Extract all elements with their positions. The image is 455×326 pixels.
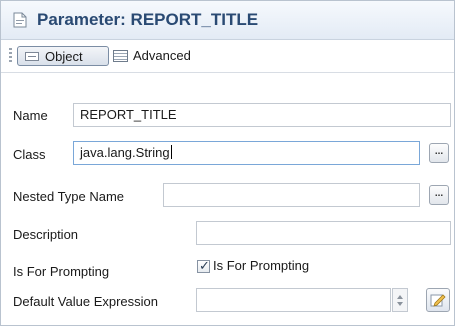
expression-scroll-spinner[interactable]: [392, 288, 408, 312]
tab-advanced-label: Advanced: [133, 48, 191, 63]
description-field[interactable]: [196, 221, 451, 245]
nested-type-name-field[interactable]: [163, 183, 420, 207]
text-caret: [170, 145, 172, 159]
object-icon: [25, 52, 39, 61]
table-icon: [113, 50, 128, 62]
nested-type-name-label: Nested Type Name: [13, 189, 125, 204]
class-field-value: java.lang.String: [80, 145, 170, 160]
name-label: Name: [13, 108, 48, 123]
check-icon: ✓: [199, 258, 210, 273]
spinner-down-icon[interactable]: [397, 302, 403, 306]
tab-object[interactable]: Object: [17, 46, 109, 66]
panel-header: Parameter: REPORT_TITLE: [1, 1, 454, 40]
parameter-properties-panel: Parameter: REPORT_TITLE Object Advanced …: [0, 0, 455, 326]
is-for-prompting-label: Is For Prompting: [13, 264, 110, 279]
is-for-prompting-checkbox-label[interactable]: Is For Prompting: [213, 258, 309, 273]
page-title: Parameter: REPORT_TITLE: [37, 10, 259, 29]
class-label: Class: [13, 147, 46, 162]
toolbar-grip: [9, 48, 12, 64]
name-field-value: REPORT_TITLE: [80, 107, 177, 122]
spinner-up-icon[interactable]: [397, 295, 403, 299]
description-label: Description: [13, 227, 79, 242]
tab-advanced[interactable]: Advanced: [113, 46, 213, 66]
is-for-prompting-checkbox[interactable]: ✓: [197, 258, 210, 273]
default-value-expression-field[interactable]: [196, 288, 391, 312]
nested-type-browse-button[interactable]: ...: [429, 185, 449, 205]
view-toolbar: Object Advanced: [1, 40, 454, 73]
edit-expression-icon: [430, 294, 446, 307]
class-field[interactable]: java.lang.String: [73, 141, 420, 165]
name-field[interactable]: REPORT_TITLE: [73, 103, 451, 127]
class-browse-button[interactable]: ...: [429, 143, 449, 163]
parameter-icon: [13, 12, 27, 28]
default-value-expression-label: Default Value Expression: [13, 294, 159, 309]
tab-object-label: Object: [45, 49, 83, 64]
expression-editor-button[interactable]: [426, 288, 450, 312]
